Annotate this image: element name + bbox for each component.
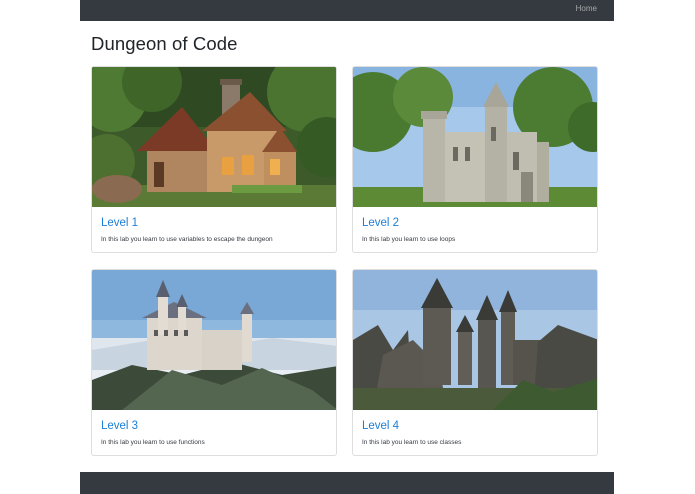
card-text: In this lab you learn to use classes	[362, 439, 462, 446]
card-title[interactable]: Level 4	[362, 420, 399, 432]
card-title[interactable]: Level 2	[362, 217, 399, 229]
page-title: Dungeon of Code	[91, 33, 238, 54]
card-text: In this lab you learn to use functions	[101, 439, 205, 446]
card-level-4[interactable]: Level 4 In this lab you learn to use cla…	[352, 269, 598, 456]
hogwarts-castle-image	[353, 270, 597, 410]
card-title[interactable]: Level 3	[101, 420, 138, 432]
card-level-3[interactable]: Level 3 In this lab you learn to use fun…	[91, 269, 337, 456]
card-level-2[interactable]: Level 2 In this lab you learn to use loo…	[352, 66, 598, 253]
footer	[80, 472, 614, 494]
card-text: In this lab you learn to use loops	[362, 236, 456, 243]
card-text: In this lab you learn to use variables t…	[101, 236, 273, 243]
neuschwanstein-castle-image	[92, 270, 336, 410]
card-title[interactable]: Level 1	[101, 217, 138, 229]
concrete-castle-image	[353, 67, 597, 207]
card-level-1[interactable]: Level 1 In this lab you learn to use var…	[91, 66, 337, 253]
navbar: Home	[80, 0, 614, 21]
nav-home-link[interactable]: Home	[576, 4, 597, 13]
page-container: Home Dungeon of Code Level 1 In this lab…	[80, 0, 614, 494]
cottage-house-image	[92, 67, 336, 207]
